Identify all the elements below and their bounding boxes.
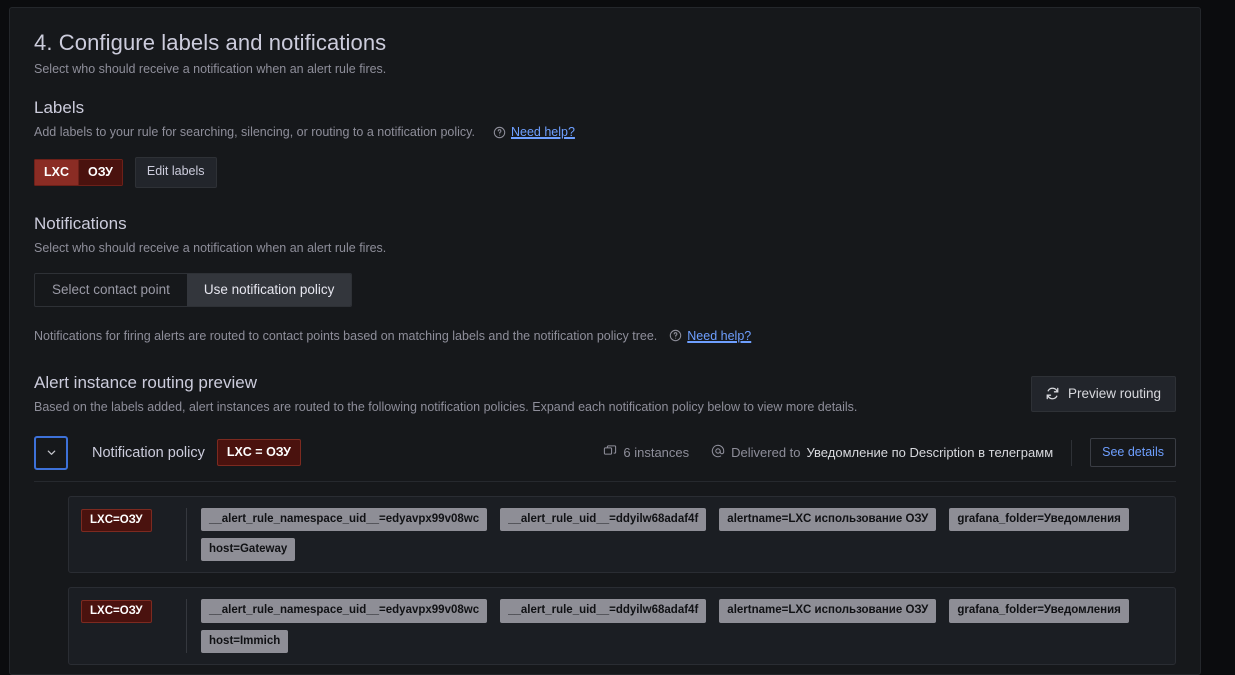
preview-routing-label: Preview routing <box>1068 386 1161 401</box>
delivered-to-value: Уведомление по Description в телеграмм <box>807 445 1054 460</box>
expand-policy-button[interactable] <box>34 436 68 470</box>
label-chip[interactable]: LXC ОЗУ <box>34 159 123 187</box>
notifications-section-title: Notifications <box>34 214 1176 234</box>
labels-section-description: Add labels to your rule for searching, s… <box>34 125 1176 139</box>
configure-labels-notifications-card: 4. Configure labels and notifications Se… <box>9 7 1201 675</box>
tab-use-notification-policy[interactable]: Use notification policy <box>187 274 352 306</box>
tab-select-contact-point[interactable]: Select contact point <box>35 274 187 306</box>
label-tag: host=Gateway <box>201 538 295 561</box>
routing-note: Notifications for firing alerts are rout… <box>34 329 1176 343</box>
label-tag: alertname=LXC использование ОЗУ <box>719 508 936 531</box>
see-details-button[interactable]: See details <box>1090 438 1176 467</box>
preview-routing-button[interactable]: Preview routing <box>1031 376 1176 412</box>
instances-count-text: 6 instances <box>623 445 689 460</box>
instances-count-meta: 6 instances <box>603 444 689 461</box>
notifications-section-description: Select who should receive a notification… <box>34 241 1176 255</box>
page-subtitle: Select who should receive a notification… <box>34 62 1176 76</box>
instance-key-cell: LXC=ОЗУ <box>81 599 186 623</box>
table-row: LXC=ОЗУ __alert_rule_namespace_uid__=edy… <box>68 587 1176 665</box>
notification-policy-row: Notification policy LXC = ОЗУ 6 instance… <box>34 436 1176 482</box>
instance-labels: __alert_rule_namespace_uid__=edyavpx99v0… <box>201 508 1163 562</box>
instances-icon <box>603 444 617 461</box>
help-circle-icon <box>669 329 682 342</box>
delivered-to-label: Delivered to <box>731 445 800 460</box>
help-circle-icon <box>493 126 506 139</box>
routing-preview-description: Based on the labels added, alert instanc… <box>34 400 1031 414</box>
notifications-need-help-link[interactable]: Need help? <box>669 329 751 343</box>
table-row: LXC=ОЗУ __alert_rule_namespace_uid__=edy… <box>68 496 1176 574</box>
notifications-need-help-text: Need help? <box>687 329 751 343</box>
label-tag: __alert_rule_uid__=ddyilw68adaf4f <box>500 508 706 531</box>
labels-description-text: Add labels to your rule for searching, s… <box>34 125 475 139</box>
label-tag: alertname=LXC использование ОЗУ <box>719 599 936 622</box>
delivered-to-meta: Delivered to Уведомление по Description … <box>711 444 1053 461</box>
routing-note-text: Notifications for firing alerts are rout… <box>34 329 657 343</box>
routing-preview-description-text: Based on the labels added, alert instanc… <box>34 400 857 414</box>
notifications-description-text: Select who should receive a notification… <box>34 241 386 255</box>
labels-chips-row: LXC ОЗУ Edit labels <box>34 157 1176 188</box>
page-title: 4. Configure labels and notifications <box>34 30 1176 56</box>
label-tag: __alert_rule_uid__=ddyilw68adaf4f <box>500 599 706 622</box>
policy-matcher-pill: LXC = ОЗУ <box>217 439 301 466</box>
instance-row-divider <box>186 599 187 653</box>
routing-preview-title: Alert instance routing preview <box>34 373 1031 393</box>
label-tag: grafana_folder=Уведомления <box>949 508 1129 531</box>
label-tag: grafana_folder=Уведомления <box>949 599 1129 622</box>
instance-labels: __alert_rule_namespace_uid__=edyavpx99v0… <box>201 599 1163 653</box>
label-tag: __alert_rule_namespace_uid__=edyavpx99v0… <box>201 599 487 622</box>
instance-matcher-pill: LXC=ОЗУ <box>81 509 152 532</box>
instance-row-divider <box>186 508 187 562</box>
labels-need-help-link[interactable]: Need help? <box>493 125 575 139</box>
refresh-icon <box>1045 386 1060 401</box>
notification-policy-label: Notification policy <box>92 445 205 461</box>
at-sign-icon <box>711 444 725 461</box>
labels-need-help-text: Need help? <box>511 125 575 139</box>
label-chip-value: ОЗУ <box>78 159 123 187</box>
instance-matcher-pill: LXC=ОЗУ <box>81 600 152 623</box>
routing-preview-header: Alert instance routing preview Based on … <box>34 373 1176 414</box>
alert-instances-list: LXC=ОЗУ __alert_rule_namespace_uid__=edy… <box>34 496 1176 675</box>
policy-row-divider <box>1071 440 1072 466</box>
notification-mode-toggle-group[interactable]: Select contact point Use notification po… <box>34 273 352 307</box>
notification-policy-block: Notification policy LXC = ОЗУ 6 instance… <box>34 436 1176 675</box>
edit-labels-button[interactable]: Edit labels <box>135 157 217 188</box>
label-chip-key: LXC <box>34 159 78 187</box>
labels-section-title: Labels <box>34 98 1176 118</box>
label-tag: __alert_rule_namespace_uid__=edyavpx99v0… <box>201 508 487 531</box>
label-tag: host=Immich <box>201 630 288 653</box>
chevron-down-icon <box>45 446 58 459</box>
instance-key-cell: LXC=ОЗУ <box>81 508 186 532</box>
